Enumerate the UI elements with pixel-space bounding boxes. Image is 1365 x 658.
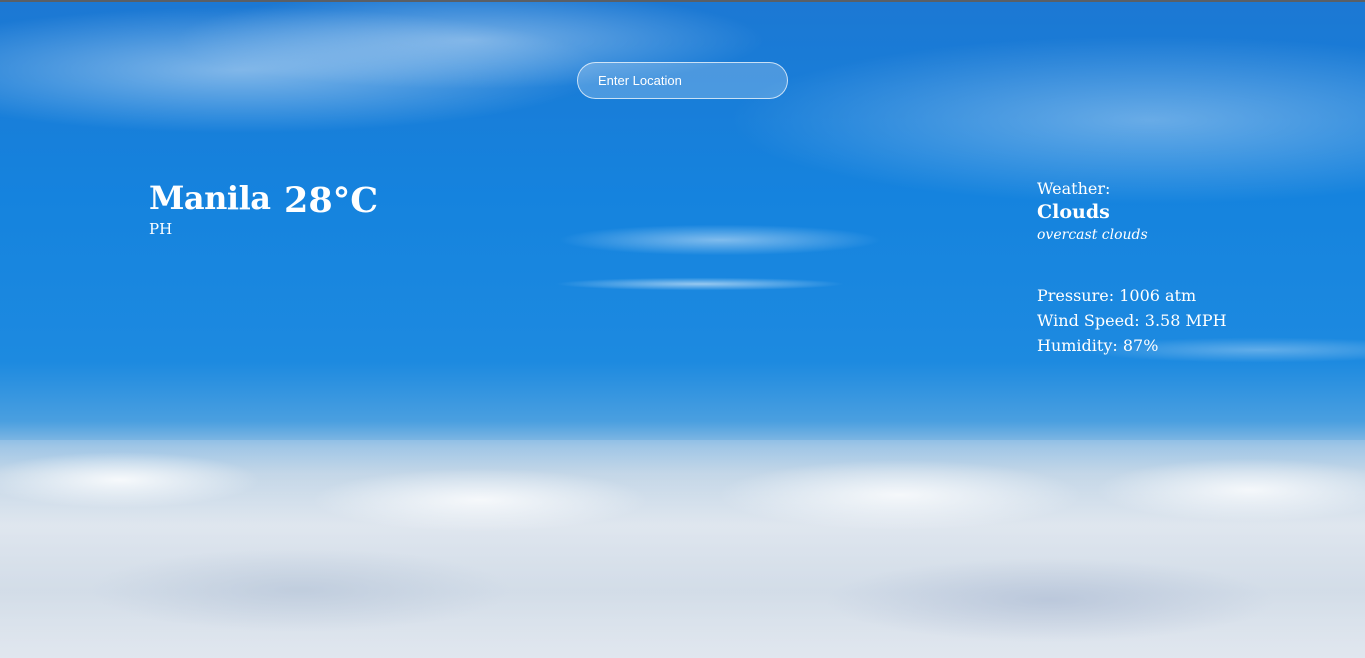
top-border: [0, 0, 1365, 2]
pressure-value: Pressure: 1006 atm: [1037, 286, 1197, 305]
location-search-input[interactable]: [577, 62, 788, 99]
wind-speed-value: Wind Speed: 3.58 MPH: [1037, 311, 1227, 330]
humidity-value: Humidity: 87%: [1037, 336, 1159, 355]
weather-label: Weather:: [1037, 179, 1111, 198]
weather-main: Clouds: [1037, 201, 1110, 223]
country-code: PH: [149, 220, 173, 238]
weather-description: overcast clouds: [1037, 227, 1148, 243]
weather-details: Weather: Clouds overcast clouds Pressure…: [1037, 179, 1337, 358]
city-name: Manila: [149, 179, 271, 217]
cloud-layer: [0, 440, 1365, 658]
weather-stats: Pressure: 1006 atm Wind Speed: 3.58 MPH …: [1037, 283, 1337, 358]
temperature: 28°C: [284, 180, 379, 221]
